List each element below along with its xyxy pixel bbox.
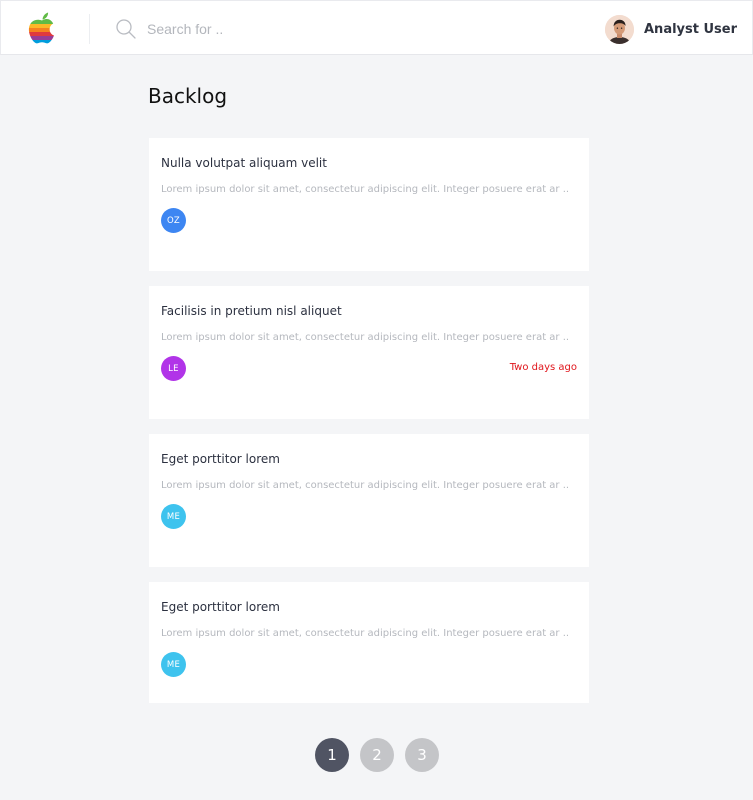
card-description: Lorem ipsum dolor sit amet, consectetur …	[161, 480, 570, 491]
page-3-button[interactable]: 3	[405, 738, 439, 772]
backlog-card[interactable]: Eget porttitor lorem Lorem ipsum dolor s…	[149, 582, 589, 703]
card-title: Nulla volutpat aliquam velit	[161, 156, 327, 170]
pagination: 1 2 3	[315, 738, 439, 772]
assignee-badge[interactable]: LE	[161, 356, 186, 381]
card-description: Lorem ipsum dolor sit amet, consectetur …	[161, 628, 570, 639]
card-title: Facilisis in pretium nisl aliquet	[161, 304, 342, 318]
search-icon	[116, 19, 136, 39]
backlog-card[interactable]: Facilisis in pretium nisl aliquet Lorem …	[149, 286, 589, 419]
page-2-button[interactable]: 2	[360, 738, 394, 772]
backlog-card-list: Nulla volutpat aliquam velit Lorem ipsum…	[149, 138, 589, 718]
assignee-badge[interactable]: ME	[161, 652, 186, 677]
top-bar: Analyst User	[0, 0, 753, 55]
user-name: Analyst User	[644, 21, 738, 37]
header-divider	[89, 14, 90, 44]
page-1-button[interactable]: 1	[315, 738, 349, 772]
card-title: Eget porttitor lorem	[161, 452, 280, 466]
assignee-badge[interactable]: ME	[161, 504, 186, 529]
apple-logo-icon[interactable]	[26, 11, 58, 45]
user-avatar-icon	[605, 14, 634, 44]
backlog-card[interactable]: Eget porttitor lorem Lorem ipsum dolor s…	[149, 434, 589, 567]
card-title: Eget porttitor lorem	[161, 600, 280, 614]
assignee-badge[interactable]: OZ	[161, 208, 186, 233]
backlog-card[interactable]: Nulla volutpat aliquam velit Lorem ipsum…	[149, 138, 589, 271]
card-description: Lorem ipsum dolor sit amet, consectetur …	[161, 332, 570, 343]
due-date-label: Two days ago	[509, 362, 577, 373]
user-menu[interactable]: Analyst User	[605, 14, 737, 44]
card-description: Lorem ipsum dolor sit amet, consectetur …	[161, 184, 570, 195]
search-input[interactable]	[147, 16, 447, 42]
page-title: Backlog	[148, 84, 228, 108]
